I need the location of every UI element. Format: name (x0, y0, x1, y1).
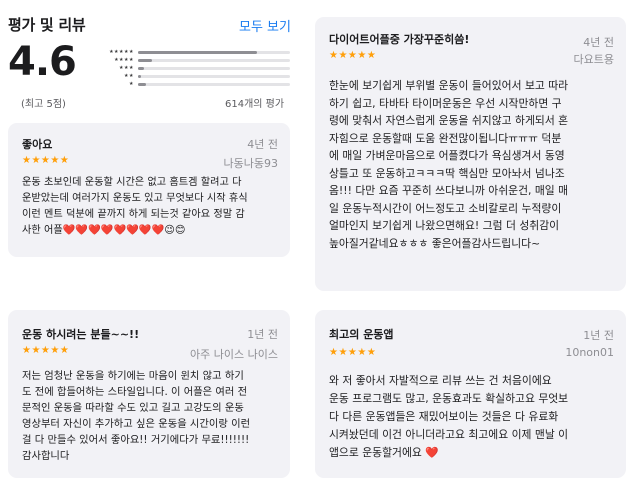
see-all-link[interactable]: 모두 보기 (239, 16, 291, 35)
review-date: 1년 전 (247, 328, 278, 341)
histogram-track (138, 66, 290, 70)
histogram-row-4: ★★★★ (98, 56, 290, 64)
review-title: 운동 하시려는 분들~~!! (22, 328, 140, 341)
review-stars-icon: ★★★★★ (22, 345, 70, 356)
review-stars-icon: ★★★★★ (329, 347, 377, 358)
section-title: 평가 및 리뷰 (8, 16, 86, 34)
review-author: 10non01 (565, 346, 614, 359)
histogram-stars-icon: ★★★ (119, 65, 134, 71)
review-title: 다이어트어플중 가장꾸준히씀! (329, 33, 470, 46)
histogram-fill (138, 50, 257, 54)
histogram-stars-icon: ★ (129, 81, 134, 87)
histogram-fill (138, 58, 152, 62)
histogram-track (138, 50, 290, 54)
histogram-stars-icon: ★★★★★ (109, 49, 134, 55)
review-card[interactable]: 다이어트어플중 가장꾸준히씀! ★★★★★ 4년 전 다요트용 한눈에 보기쉽게… (315, 17, 626, 291)
review-author: 다요트용 (573, 53, 614, 66)
review-title: 최고의 운동앱 (329, 328, 394, 341)
rating-count: 614개의 평가 (225, 99, 285, 110)
review-date: 4년 전 (583, 36, 614, 49)
histogram-track (138, 82, 290, 86)
histogram-row-5: ★★★★★ (98, 48, 290, 56)
histogram-fill (138, 82, 146, 86)
review-date: 4년 전 (247, 138, 278, 151)
average-rating: 4.6 (8, 39, 77, 85)
review-card[interactable]: 최고의 운동앱 ★★★★★ 1년 전 10non01 와 저 좋아서 자발적으로… (315, 310, 626, 478)
review-date: 1년 전 (583, 329, 614, 342)
histogram-row-3: ★★★ (98, 64, 290, 72)
review-author: 나동나동93 (223, 157, 278, 170)
review-body: 운동 초보인데 운동할 시간은 없고 홈트겜 할려고 다 운받았는데 여러가지 … (22, 177, 248, 236)
histogram-track (138, 58, 290, 62)
histogram-stars-icon: ★★ (124, 73, 134, 79)
histogram-fill (138, 66, 145, 70)
review-title: 좋아요 (22, 138, 53, 151)
histogram-track (138, 74, 290, 78)
rating-histogram: ★★★★★ ★★★★ ★★★ ★★ ★ (98, 48, 290, 88)
review-stars-icon: ★★★★★ (22, 155, 70, 166)
review-body: 와 저 좋아서 자발적으로 리뷰 쓰는 건 처음이에요 운동 프로그램도 많고,… (329, 374, 569, 459)
histogram-row-2: ★★ (98, 72, 290, 80)
review-author: 아주 나이스 나이스 (190, 348, 278, 361)
histogram-stars-icon: ★★★★ (114, 57, 134, 63)
review-card[interactable]: 운동 하시려는 분들~~!! ★★★★★ 1년 전 아주 나이스 나이스 저는 … (8, 310, 290, 478)
review-body: 저는 엄청난 운동을 하기에는 마음이 윈치 않고 하기 도 전에 합들어하는 … (22, 370, 251, 462)
max-rating-label: (최고 5점) (21, 99, 66, 110)
histogram-fill (138, 74, 142, 78)
review-stars-icon: ★★★★★ (329, 50, 377, 61)
review-card[interactable]: 좋아요 ★★★★★ 4년 전 나동나동93 운동 초보인데 운동할 시간은 없고… (8, 123, 290, 257)
review-body: 한눈에 보기쉽게 부위별 운동이 들어있어서 보고 따라 하기 쉽고, 타바타 … (329, 79, 569, 250)
histogram-row-1: ★ (98, 80, 290, 88)
